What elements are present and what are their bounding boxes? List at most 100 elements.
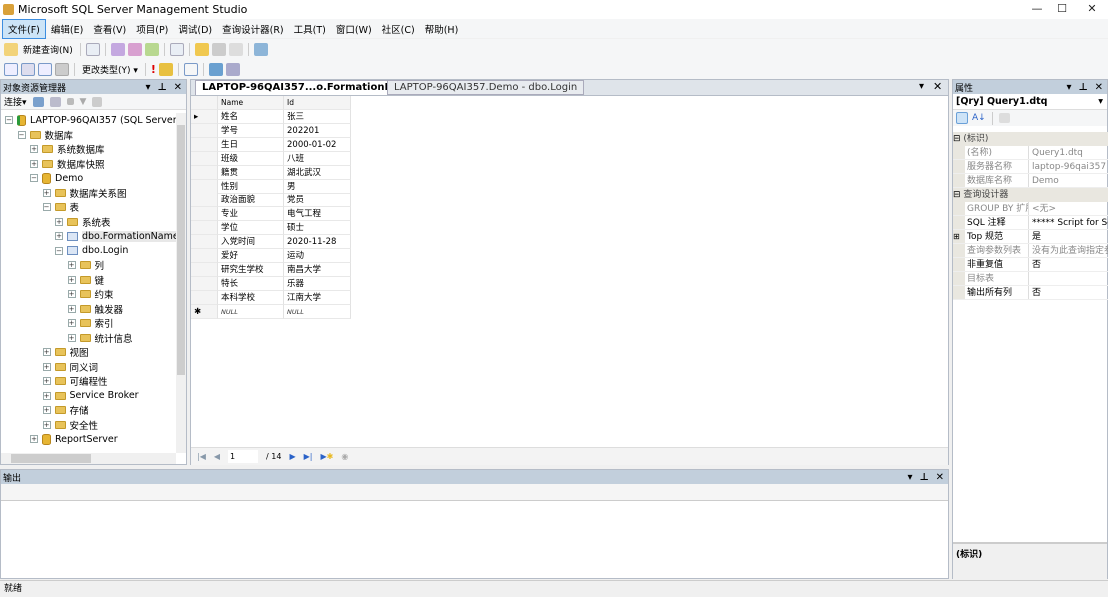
menu-item[interactable]: 项目(P) (131, 20, 173, 38)
tree-node[interactable]: + 数据库快照 (30, 157, 105, 171)
close-icon[interactable]: ✕ (936, 472, 944, 483)
dmx-query-icon[interactable] (144, 42, 159, 56)
tree-node[interactable]: + ReportServer (30, 432, 118, 446)
expand-icon[interactable]: + (67, 290, 76, 298)
tree-node[interactable]: + 系统数据库 (30, 142, 105, 156)
property-pages-icon[interactable] (998, 113, 1010, 123)
expand-icon[interactable]: + (42, 391, 51, 400)
tab-dropdown-icon[interactable]: ▾ (919, 81, 924, 92)
row-selector[interactable] (191, 151, 218, 166)
property-row[interactable]: (名称) Query1.dtq (953, 146, 1108, 160)
close-icon[interactable]: ✕ (174, 82, 182, 93)
expand-icon[interactable]: + (42, 377, 51, 385)
grid-cell[interactable]: 2020-11-28 (284, 235, 351, 250)
print-icon[interactable] (228, 42, 243, 56)
grid-cell[interactable]: 学号 (218, 123, 284, 138)
menu-item[interactable]: 工具(T) (289, 20, 331, 38)
output-text[interactable] (1, 501, 948, 577)
horizontal-scrollbar[interactable] (1, 453, 176, 464)
results-pane-icon[interactable] (55, 62, 69, 76)
property-value[interactable]: Demo (1029, 174, 1059, 187)
record-number-input[interactable]: 1 (228, 450, 259, 463)
tree-node[interactable]: + 列 (67, 258, 104, 272)
dropdown-icon[interactable]: ▾ (907, 472, 912, 483)
property-row[interactable]: ⊞ Top 规范是 (953, 230, 1108, 244)
expand-icon[interactable]: + (42, 420, 51, 429)
null-cell[interactable]: NULL (284, 304, 351, 319)
null-cell[interactable]: NULL (218, 304, 284, 319)
property-value[interactable]: 没有为此查询指定参数 (1029, 244, 1108, 257)
grid-cell[interactable]: 党员 (284, 193, 351, 208)
grid-cell[interactable]: 研究生学校 (218, 262, 284, 277)
tree-node[interactable]: + 约束 (67, 287, 114, 301)
grid-cell[interactable]: 爱好 (218, 249, 284, 263)
tree-node[interactable]: − LAPTOP-96QAI357 (SQL Server 10 (5, 113, 176, 127)
criteria-pane-icon[interactable] (21, 62, 35, 76)
filter-icon[interactable]: ▼ (80, 97, 87, 107)
menu-item[interactable]: 帮助(H) (420, 20, 464, 38)
expand-icon[interactable]: + (67, 275, 76, 284)
row-selector[interactable] (191, 137, 218, 152)
collapse-icon[interactable]: − (42, 203, 51, 211)
grid-cell[interactable]: 南昌大学 (284, 262, 351, 277)
new-file-icon[interactable] (85, 42, 100, 56)
property-row[interactable]: SQL 注释 ***** Script for Se (953, 216, 1108, 230)
grid-cell[interactable]: 男 (284, 179, 351, 194)
menu-item[interactable]: 窗口(W) (331, 20, 377, 38)
pin-icon[interactable]: ⊥ (157, 82, 166, 93)
grid-cell[interactable]: 江南大学 (284, 290, 351, 305)
property-value[interactable]: ***** Script for Se (1029, 216, 1108, 229)
maximize-button[interactable]: ☐ (1052, 2, 1072, 16)
dropdown-icon[interactable]: ▾ (145, 82, 150, 93)
refresh-icon[interactable] (92, 96, 103, 107)
verify-sql-icon[interactable] (158, 62, 173, 76)
tree-node[interactable]: − dbo.Login (55, 244, 128, 258)
grid-cell[interactable]: 硕士 (284, 221, 351, 236)
close-tab-icon[interactable]: ✕ (933, 80, 942, 93)
stop-icon[interactable] (66, 98, 74, 105)
analysis-query-icon[interactable] (127, 42, 142, 56)
tree-node[interactable]: − Demo (30, 171, 83, 185)
row-selector[interactable] (191, 249, 218, 263)
open-folder-icon[interactable] (194, 42, 209, 56)
stop-query-icon[interactable]: ◉ (341, 452, 348, 461)
tree-node[interactable]: + 存储 (42, 403, 89, 417)
tree-node[interactable]: + 触发器 (67, 302, 123, 316)
expand-icon[interactable]: + (30, 145, 38, 153)
tree-node[interactable]: + Service Broker (42, 389, 139, 403)
collapse-icon[interactable]: ⊟ (953, 134, 963, 144)
row-selector[interactable] (191, 165, 218, 180)
grid-cell[interactable]: 生日 (218, 137, 284, 152)
sql-pane-icon[interactable] (38, 62, 52, 76)
expand-icon[interactable]: + (42, 188, 51, 197)
expand-icon[interactable]: + (55, 232, 63, 240)
connect-icon[interactable] (32, 96, 44, 107)
close-button[interactable]: ✕ (1082, 2, 1102, 16)
menu-item[interactable]: 文件(F) (2, 18, 46, 39)
row-header-corner[interactable] (191, 96, 218, 110)
grid-cell[interactable]: 班级 (218, 151, 284, 166)
grid-cell[interactable]: 政治面貌 (218, 193, 284, 208)
tree-node[interactable]: + 数据库关系图 (42, 186, 127, 200)
activity-monitor-icon[interactable] (253, 42, 268, 56)
next-record-icon[interactable]: ▶ (289, 452, 295, 461)
column-header[interactable]: Id (284, 96, 351, 110)
property-row[interactable]: 服务器名称 laptop-96qai357 (953, 160, 1108, 174)
property-category[interactable]: ⊟ 查询设计器 (953, 188, 1108, 202)
expand-icon[interactable]: + (67, 319, 76, 327)
grid-cell[interactable]: 籍贯 (218, 165, 284, 180)
grid-cell[interactable]: 本科学校 (218, 290, 284, 305)
disconnect-icon[interactable] (49, 96, 61, 107)
expand-icon[interactable]: + (42, 406, 51, 414)
grid-cell[interactable]: 姓名 (218, 110, 284, 124)
tree-node[interactable]: + 安全性 (42, 418, 98, 432)
collapse-icon[interactable]: − (55, 246, 63, 255)
expand-icon[interactable]: + (42, 348, 51, 356)
property-row[interactable]: 查询参数列表没有为此查询指定参数 (953, 244, 1108, 258)
grid-cell[interactable]: 入党时间 (218, 235, 284, 250)
property-value[interactable]: 否 (1029, 286, 1041, 299)
collapse-icon[interactable]: − (5, 116, 13, 124)
close-icon[interactable]: ✕ (1095, 82, 1103, 93)
tree-node[interactable]: − 数据库 (17, 128, 73, 142)
alphabetical-icon[interactable]: A↓ (972, 113, 986, 123)
